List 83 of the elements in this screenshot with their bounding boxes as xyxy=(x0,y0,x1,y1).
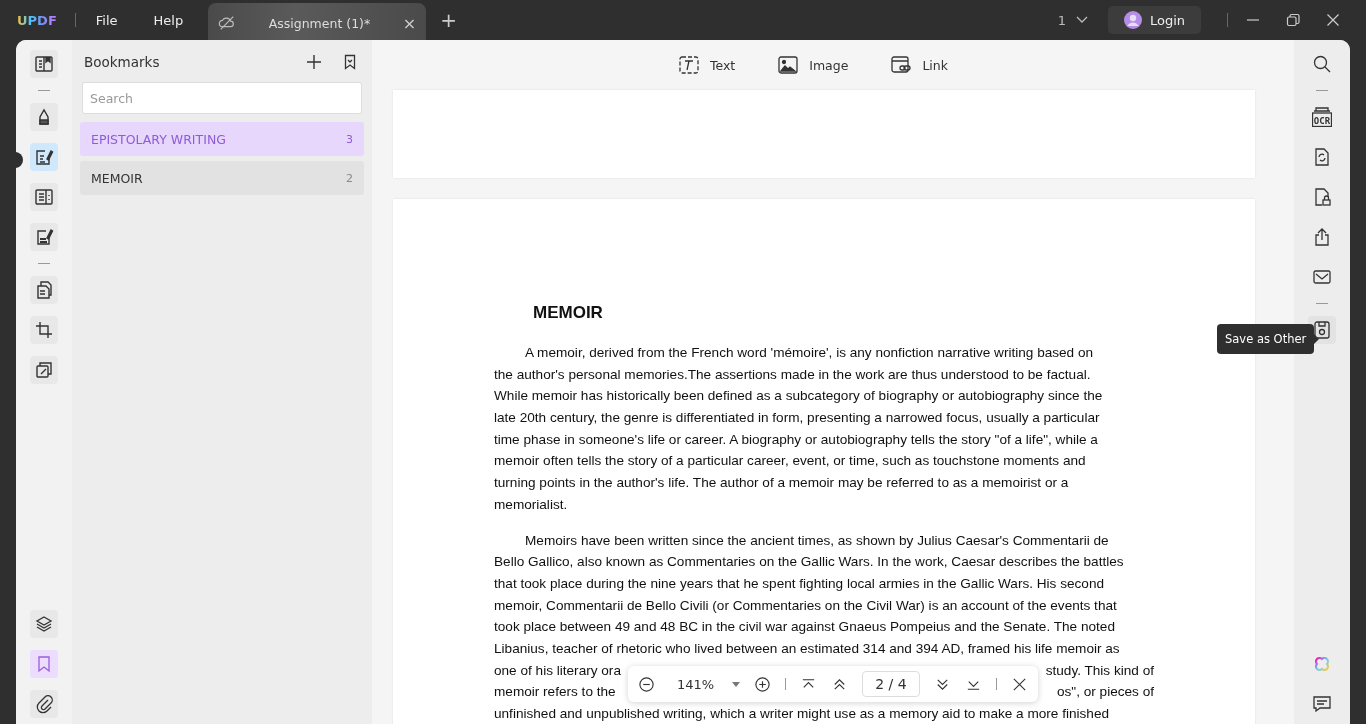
attachment-panel-button[interactable] xyxy=(30,690,58,718)
cloud-off-icon xyxy=(218,14,237,32)
edit-tool-button[interactable] xyxy=(30,143,58,171)
paperclip-icon xyxy=(34,694,54,714)
highlight-tool-button[interactable] xyxy=(30,103,58,131)
chevron-down-icon xyxy=(1075,16,1088,24)
search-icon xyxy=(1312,54,1332,74)
tool-label: Link xyxy=(922,57,948,73)
paragraph-line: While memoir has historically been defined as a subcategory of biography or autobiography since the xyxy=(494,388,1103,406)
crop-icon xyxy=(34,320,54,340)
crop-tool-button[interactable] xyxy=(30,316,58,344)
paragraph-line: os", or pieces of xyxy=(1057,684,1154,702)
text-box-icon xyxy=(677,55,700,75)
search-field[interactable]: Search xyxy=(82,82,362,114)
zoom-level[interactable]: 141% xyxy=(677,676,715,692)
new-tab-button[interactable]: + xyxy=(440,8,457,32)
close-icon[interactable] xyxy=(1326,13,1340,27)
paragraph-line: study. This kind of xyxy=(1045,662,1154,680)
login-button[interactable]: Login xyxy=(1107,6,1201,34)
paragraph-line: that took place during the nine years that he spent fighting local armies in the Gallic Wars. His second xyxy=(494,575,1105,593)
bookmark-item[interactable]: MEMOIR 2 xyxy=(80,161,364,195)
document-heading: MEMOIR xyxy=(533,303,604,323)
paragraph-line: Bello Gallico, also known as Commentaries on the Gallic Wars. In the work, Caesar describes the battles xyxy=(494,554,1124,572)
paragraph-line: unfinished and unpublished writing, which a writer might use as a memory aid to make a more finished xyxy=(494,706,1110,723)
document-tab[interactable]: Assignment (1)* × xyxy=(208,3,427,43)
paragraph-line: memorialist. xyxy=(494,496,568,514)
comment-icon xyxy=(1312,694,1332,714)
restore-icon[interactable] xyxy=(1286,13,1300,27)
add-image-button[interactable]: Image xyxy=(777,55,849,75)
zoom-out-icon[interactable] xyxy=(638,675,655,693)
tab-title: Assignment (1)* xyxy=(267,15,372,31)
bookmark-label: EPISTOLARY WRITING xyxy=(91,131,226,147)
add-text-button[interactable]: Text xyxy=(677,55,736,75)
save-icon xyxy=(1312,320,1332,340)
window-count-dropdown[interactable]: 1 xyxy=(1057,12,1088,28)
page-number-field[interactable]: 2 / 4 xyxy=(862,671,920,697)
form-tool-button[interactable] xyxy=(30,223,58,251)
menu-item[interactable]: File xyxy=(95,12,118,28)
bookmark-icon[interactable] xyxy=(342,54,358,70)
paragraph-line: time phase in someone's life or career. A biography or autobiography tells the story "of a life", while a xyxy=(494,431,1098,449)
book-icon xyxy=(34,54,54,74)
clover-logo-icon xyxy=(1312,654,1332,674)
close-tab-button[interactable]: × xyxy=(402,13,417,33)
document-pen-icon xyxy=(34,147,54,167)
image-icon xyxy=(777,55,800,75)
link-window-icon xyxy=(890,55,913,75)
tool-label: Text xyxy=(709,57,736,73)
document-columns-icon xyxy=(34,187,54,207)
zoom-in-icon[interactable] xyxy=(754,675,772,693)
envelope-icon xyxy=(1312,267,1332,287)
paragraph-line: memoir, Commentarii de Bello Civili (or Commentaries on the Civil War) is an account of the events that xyxy=(494,597,1117,615)
bookmark-count: 3 xyxy=(346,132,353,146)
add-icon[interactable] xyxy=(306,54,322,70)
paragraph-line: A memoir, derived from the French word 'mémoire', is any nonfiction narrative writing based on xyxy=(525,345,1094,362)
tool-label: Image xyxy=(809,57,849,73)
reader-tool-button[interactable] xyxy=(30,50,58,78)
paragraph-line: took place between 49 and 48 BC in the civil war against Gnaeus Pompeius and the Senate. The noted xyxy=(494,619,1115,637)
bookmark-label: MEMOIR xyxy=(91,170,143,186)
paragraph-line: the author's personal memories.The assertions made in the work are thus understood to be factual. xyxy=(494,366,1091,384)
form-pen-icon xyxy=(34,227,54,247)
paragraph-line: memoir often tells the story of a particular career, event, or time, such as touchstone moments and xyxy=(494,453,1086,471)
paragraph-line: late 20th century, the genre is differentiated in form, presenting a narrowed focus, usually a particular xyxy=(494,410,1100,428)
share-icon xyxy=(1312,227,1332,247)
pages-icon xyxy=(34,280,54,300)
bookmark-count: 2 xyxy=(346,171,353,185)
panel-title: Bookmarks xyxy=(84,54,161,70)
add-link-button[interactable]: Link xyxy=(890,55,948,75)
paragraph-line: Memoirs have been written since the ancient times, as shown by Julius Caesar's Commentarii de xyxy=(525,532,1109,550)
paragraph-line: memoir refers to the xyxy=(494,684,616,702)
copy-icon xyxy=(34,360,54,380)
layers-panel-button[interactable] xyxy=(30,610,58,638)
caret-icon[interactable] xyxy=(732,681,741,687)
paragraph-line: one of his literary ora xyxy=(494,662,621,680)
organize-tool-button[interactable] xyxy=(30,183,58,211)
menu-item[interactable]: Help xyxy=(153,12,184,28)
pages-tool-button[interactable] xyxy=(30,276,58,304)
avatar-icon xyxy=(1123,11,1142,29)
file-convert-icon xyxy=(1312,147,1332,167)
copy-tool-button[interactable] xyxy=(30,356,58,384)
file-lock-icon xyxy=(1312,187,1332,207)
paragraph-line: Libanius, teacher of rhetoric who lived between an estimated 314 and 394 AD, framed his life memoir as xyxy=(494,640,1120,658)
layers-icon xyxy=(34,614,54,634)
paragraph-line: turning points in the author's life. The author of a memoir may be referred to as a memoirist or a xyxy=(494,475,1069,493)
